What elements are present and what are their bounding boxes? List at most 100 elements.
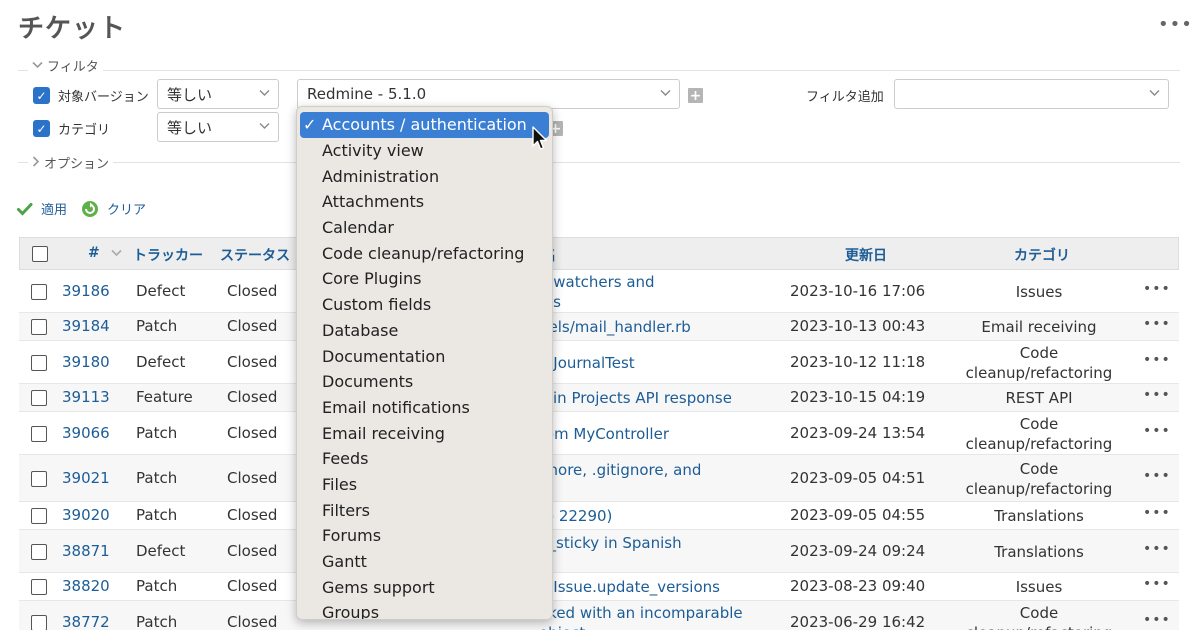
select-all-checkbox[interactable] xyxy=(32,246,48,262)
row-checkbox[interactable] xyxy=(31,425,47,442)
row-checkbox[interactable] xyxy=(31,508,47,524)
filter-version-value: Redmine - 5.1.0 xyxy=(307,85,427,103)
dropdown-option[interactable]: Filters xyxy=(297,497,552,523)
issue-subject-link[interactable]: dels/mail_handler.rb xyxy=(539,317,691,337)
dropdown-option-label: Gems support xyxy=(322,577,435,597)
column-header-updated[interactable]: 更新日 xyxy=(845,245,887,265)
row-more-icon[interactable]: ••• xyxy=(1143,612,1171,628)
column-header-status[interactable]: ステータス xyxy=(220,245,290,265)
row-more-icon[interactable]: ••• xyxy=(1143,576,1171,592)
filter-version-value-select[interactable]: Redmine - 5.1.0 xyxy=(297,79,680,109)
dropdown-option[interactable]: Code cleanup/refactoring xyxy=(297,240,552,266)
table-row[interactable]: 39021 Patch Closed gnore, .gitignore, an… xyxy=(19,455,1179,502)
row-checkbox[interactable] xyxy=(31,614,47,630)
category-dropdown-menu[interactable]: ✓ Accounts / authentication Activity view A… xyxy=(296,106,553,620)
issue-id-link[interactable]: 38871 xyxy=(62,542,110,560)
table-row[interactable]: 38871 Defect Closed d_sticky in Spanish … xyxy=(19,530,1179,573)
issue-subject-link[interactable]: h watchers and cts xyxy=(539,272,655,312)
row-more-icon[interactable]: ••• xyxy=(1143,352,1171,368)
dropdown-option[interactable]: Email receiving xyxy=(297,420,552,446)
issue-subject-link[interactable]: d_sticky in Spanish xyxy=(539,533,682,553)
issue-updated: 2023-09-05 04:51 xyxy=(790,468,926,487)
row-checkbox[interactable] xyxy=(31,354,47,371)
row-more-icon[interactable]: ••• xyxy=(1143,281,1171,297)
issue-subject-link[interactable]: n JournalTest xyxy=(539,353,635,373)
dropdown-option[interactable]: Custom fields xyxy=(297,292,552,318)
issue-id-link[interactable]: 39113 xyxy=(62,388,110,406)
dropdown-option[interactable]: Gantt xyxy=(297,549,552,575)
row-checkbox[interactable] xyxy=(31,283,47,300)
column-header-category[interactable]: カテゴリ xyxy=(1014,245,1070,265)
row-more-icon[interactable]: ••• xyxy=(1143,423,1171,439)
dropdown-option[interactable]: Documents xyxy=(297,369,552,395)
issue-id-link[interactable]: 39180 xyxy=(62,353,110,371)
row-checkbox[interactable] xyxy=(31,543,47,560)
issue-subject-link[interactable]: gnore, .gitignore, and xyxy=(539,460,701,480)
row-more-icon[interactable]: ••• xyxy=(1143,316,1171,332)
row-checkbox[interactable] xyxy=(31,390,47,406)
column-header-tracker[interactable]: トラッカー xyxy=(133,245,203,265)
filter-version-checkbox[interactable]: ✓ xyxy=(33,87,50,104)
issue-id-link[interactable]: 39184 xyxy=(62,317,110,335)
table-row[interactable]: 39186 Defect Closed h watchers and cts 2… xyxy=(19,270,1179,313)
row-checkbox[interactable] xyxy=(31,319,47,335)
issue-id-link[interactable]: 39186 xyxy=(62,282,110,300)
filter-legend[interactable]: フィルタ xyxy=(28,56,103,75)
dropdown-option[interactable]: Forums xyxy=(297,523,552,549)
table-body: 39186 Defect Closed h watchers and cts 2… xyxy=(19,270,1179,630)
issue-id-link[interactable]: 39020 xyxy=(62,506,110,524)
table-row[interactable]: 38772 Patch Closed oked with an incompar… xyxy=(19,601,1179,630)
issue-subject-line1: oked with an incomparable xyxy=(539,603,743,622)
issue-subject-line1: rom MyController xyxy=(539,424,669,443)
issue-subject-link[interactable]: g Issue.update_versions xyxy=(539,577,720,597)
dropdown-option[interactable]: Core Plugins xyxy=(297,266,552,292)
dropdown-option[interactable]: Feeds xyxy=(297,446,552,472)
row-checkbox[interactable] xyxy=(31,470,47,487)
table-row[interactable]: 39184 Patch Closed dels/mail_handler.rb … xyxy=(19,313,1179,341)
filter-version-multiselect-plus-icon[interactable]: + xyxy=(688,88,703,103)
dropdown-option[interactable]: Attachments xyxy=(297,189,552,215)
dropdown-option[interactable]: Email notifications xyxy=(297,395,552,421)
issue-id-link[interactable]: 38772 xyxy=(62,613,110,630)
table-row[interactable]: 39020 Patch Closed to 22290) 2023-09-05 … xyxy=(19,502,1179,530)
dropdown-option[interactable]: Groups xyxy=(297,600,552,619)
table-row[interactable]: 39066 Patch Closed rom MyController 2023… xyxy=(19,412,1179,455)
issue-category: Code cleanup/refactoring xyxy=(964,459,1114,499)
dropdown-option[interactable]: Activity view xyxy=(297,138,552,164)
table-row[interactable]: 38820 Patch Closed g Issue.update_versio… xyxy=(19,573,1179,601)
row-more-icon[interactable]: ••• xyxy=(1143,541,1171,557)
dropdown-option[interactable]: Documentation xyxy=(297,343,552,369)
clear-button[interactable]: クリア xyxy=(81,199,146,218)
dropdown-option-label: Code cleanup/refactoring xyxy=(322,243,525,263)
issue-category: REST API xyxy=(964,388,1114,408)
dropdown-option[interactable]: Calendar xyxy=(297,215,552,241)
row-more-icon[interactable]: ••• xyxy=(1143,387,1171,403)
issue-subject-link[interactable]: rom MyController xyxy=(539,424,669,444)
add-filter-select[interactable] xyxy=(894,79,1169,109)
table-row[interactable]: 39113 Feature Closed e in Projects API r… xyxy=(19,384,1179,412)
chevron-down-icon xyxy=(259,123,270,129)
table-row[interactable]: 39180 Defect Closed n JournalTest 2023-1… xyxy=(19,341,1179,384)
dropdown-option[interactable]: Gems support xyxy=(297,574,552,600)
filter-version-operator-select[interactable]: 等しい xyxy=(157,79,279,109)
issue-subject-link[interactable]: oked with an incomparable object xyxy=(539,603,743,630)
column-header-id[interactable]: # xyxy=(88,245,122,261)
dropdown-option[interactable]: Database xyxy=(297,318,552,344)
row-more-icon[interactable]: ••• xyxy=(1143,468,1171,484)
issue-tracker: Patch xyxy=(136,612,178,630)
row-checkbox[interactable] xyxy=(31,579,47,595)
issue-subject-link[interactable]: e in Projects API response xyxy=(539,388,732,408)
apply-button[interactable]: 適用 xyxy=(17,199,67,218)
issue-id-link[interactable]: 39021 xyxy=(62,469,110,487)
filter-category-checkbox[interactable]: ✓ xyxy=(33,120,50,137)
more-menu-icon[interactable]: ••• xyxy=(1158,14,1193,35)
dropdown-option-selected[interactable]: ✓ Accounts / authentication xyxy=(300,112,549,138)
dropdown-option[interactable]: Administration xyxy=(297,163,552,189)
issue-id-link[interactable]: 39066 xyxy=(62,424,110,442)
dropdown-option[interactable]: Files xyxy=(297,472,552,498)
filter-category-operator-select[interactable]: 等しい xyxy=(157,112,279,142)
options-legend[interactable]: オプション xyxy=(28,153,114,172)
issue-category: Translations xyxy=(964,542,1114,562)
issue-id-link[interactable]: 38820 xyxy=(62,577,110,595)
row-more-icon[interactable]: ••• xyxy=(1143,505,1171,521)
